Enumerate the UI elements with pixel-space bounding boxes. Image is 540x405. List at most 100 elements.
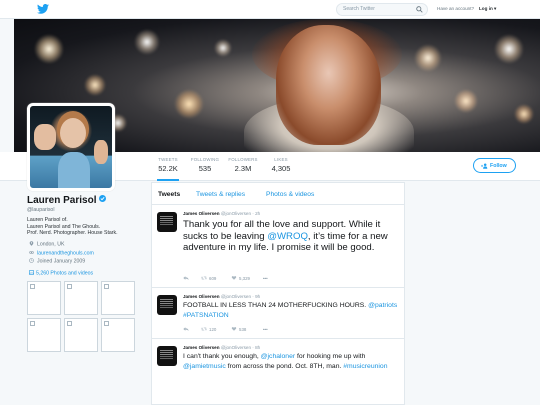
tweet-text-segment: I can't thank you enough,	[183, 353, 261, 360]
image-placeholder-icon	[67, 284, 72, 289]
image-placeholder-icon	[67, 321, 72, 326]
location-pin-icon	[29, 241, 34, 246]
tweet[interactable]: James Oliversen @jonOliversen · 8h I can…	[152, 340, 404, 405]
mention-link[interactable]: @WROQ	[267, 231, 308, 242]
hashtag-link[interactable]: #musicreunion	[343, 363, 387, 370]
tweet-author[interactable]: James Oliversen	[183, 294, 220, 299]
retweet-icon	[201, 276, 207, 280]
tweet-avatar[interactable]	[157, 212, 177, 232]
stat-following[interactable]: FOLLOWING 535	[190, 157, 220, 173]
stat-label: LIKES	[274, 157, 288, 162]
tweet-author[interactable]: James Oliversen	[183, 211, 220, 216]
stat-likes[interactable]: LIKES 4,305	[270, 157, 292, 173]
stat-value: 4,305	[271, 164, 291, 173]
tweet-text: I can't thank you enough, @jchaloner for…	[183, 352, 400, 371]
tweet-author[interactable]: James Oliversen	[183, 345, 220, 350]
tab-tweets[interactable]: Tweets	[158, 191, 180, 198]
retweet-count: 609	[209, 276, 217, 281]
like-count: 538	[239, 327, 247, 332]
photo-thumbnail[interactable]	[27, 318, 61, 352]
like-icon	[231, 327, 237, 331]
tweet-avatar[interactable]	[157, 295, 177, 315]
joined-text: Joined January 2009	[37, 258, 86, 265]
link-icon	[29, 251, 34, 254]
bio-line: Prof. Nerd. Photographer. House Stark.	[27, 230, 118, 237]
tweet[interactable]: James Oliversen @jonOliversen · 2h Thank…	[152, 206, 404, 288]
profile-location: London, UK	[29, 241, 64, 248]
profile-name[interactable]: Lauren Parisol	[27, 195, 107, 206]
follow-button[interactable]: Follow	[473, 158, 516, 173]
tweet-handle[interactable]: @jonOliversen	[221, 211, 251, 216]
tweet[interactable]: James Oliversen @jonOliversen · 9h FOOTB…	[152, 289, 404, 339]
tweet-text: FOOTBALL IN LESS THAN 24 MOTHERFUCKING H…	[183, 301, 400, 321]
tweet-header: James Oliversen @jonOliversen · 2h	[183, 211, 261, 216]
tweet-text-segment: for hooking me up with	[295, 353, 366, 360]
tweet-time[interactable]: 8h	[255, 345, 260, 350]
twitter-bird-icon[interactable]	[37, 4, 49, 14]
tweet-text-segment: FOOTBALL IN LESS THAN 24 MOTHERFUCKING H…	[183, 302, 369, 309]
login-link[interactable]: Log in ▾	[479, 6, 496, 12]
image-placeholder-icon	[30, 321, 35, 326]
profile-bio: Lauren Parisol of. Lauren Parisol and Th…	[27, 217, 118, 237]
tweet-header: James Oliversen @jonOliversen · 9h	[183, 294, 261, 299]
photos-videos-text: 5,260 Photos and videos	[36, 270, 94, 277]
website-link[interactable]: laurenandtheghouls.com	[37, 251, 94, 257]
like-icon	[231, 276, 237, 280]
tab-tweets-replies[interactable]: Tweets & replies	[196, 191, 245, 198]
stat-value: 2.3M	[234, 164, 252, 173]
retweet-button[interactable]: 609	[201, 276, 216, 281]
mention-link[interactable]: @jamietmusic	[183, 363, 226, 370]
photo-thumbnail[interactable]	[27, 281, 61, 315]
more-options-icon[interactable]: •••	[263, 276, 268, 281]
tweet-header: James Oliversen @jonOliversen · 8h	[183, 345, 261, 350]
tweet-time[interactable]: 2h	[255, 211, 260, 216]
like-count: 5,329	[239, 276, 250, 281]
search-icon[interactable]	[416, 6, 423, 13]
like-button[interactable]: 5,329	[231, 276, 250, 281]
profile-url: laurenandtheghouls.com	[29, 250, 94, 257]
stat-label: FOLLOWERS	[228, 157, 258, 162]
retweet-count: 120	[209, 327, 217, 332]
tweet-handle[interactable]: @jonOliversen	[221, 294, 251, 299]
search-input[interactable]: Search Twitter	[336, 3, 428, 16]
add-user-icon	[481, 163, 488, 169]
tweet-avatar[interactable]	[157, 346, 177, 366]
tweet-text-segment: from across the pond. Oct. 8TH, man.	[225, 362, 344, 370]
profile-avatar[interactable]	[27, 103, 115, 191]
tab-photos-videos[interactable]: Photos & videos	[266, 191, 314, 198]
photo-thumbnail[interactable]	[64, 281, 98, 315]
reply-icon[interactable]	[183, 276, 191, 281]
stat-followers[interactable]: FOLLOWERS 2.3M	[227, 157, 259, 173]
reply-icon[interactable]	[183, 327, 191, 332]
image-placeholder-icon	[30, 284, 35, 289]
image-placeholder-icon	[104, 321, 109, 326]
timeline-tabs: Tweets Tweets & replies Photos & videos	[152, 183, 404, 205]
retweet-button[interactable]: 120	[201, 327, 216, 332]
profile-handle[interactable]: @lauparisol	[27, 207, 54, 213]
bio-line: Lauren Parisol and The Ghouls.	[27, 223, 101, 230]
timeline: Tweets Tweets & replies Photos & videos …	[151, 182, 405, 405]
bio-line: Lauren Parisol of.	[27, 217, 68, 223]
photos-videos-link[interactable]: 5,260 Photos and videos	[29, 270, 93, 277]
stat-value: 52.2K	[158, 164, 178, 173]
profile-name-text: Lauren Parisol	[27, 195, 97, 206]
photo-icon	[29, 270, 34, 275]
stat-label: FOLLOWING	[190, 157, 220, 162]
stat-label: TWEETS	[158, 157, 178, 162]
photo-thumbnail[interactable]	[101, 318, 135, 352]
image-placeholder-icon	[104, 284, 109, 289]
tweet-handle[interactable]: @jonOliversen	[221, 345, 251, 350]
top-nav: Search Twitter Have an account? Log in ▾	[0, 0, 540, 19]
stat-value: 535	[198, 164, 212, 173]
stat-tweets[interactable]: TWEETS 52.2K	[157, 157, 179, 181]
tweet-time[interactable]: 9h	[255, 294, 260, 299]
verified-badge-icon	[99, 195, 107, 202]
calendar-icon	[29, 258, 34, 263]
more-options-icon[interactable]: •••	[263, 327, 268, 332]
photo-thumbnail[interactable]	[64, 318, 98, 352]
profile-joined: Joined January 2009	[29, 258, 85, 265]
have-account-text: Have an account?	[437, 6, 475, 11]
photo-thumbnail[interactable]	[101, 281, 135, 315]
like-button[interactable]: 538	[231, 327, 246, 332]
mention-link[interactable]: @jchaloner	[261, 353, 295, 360]
